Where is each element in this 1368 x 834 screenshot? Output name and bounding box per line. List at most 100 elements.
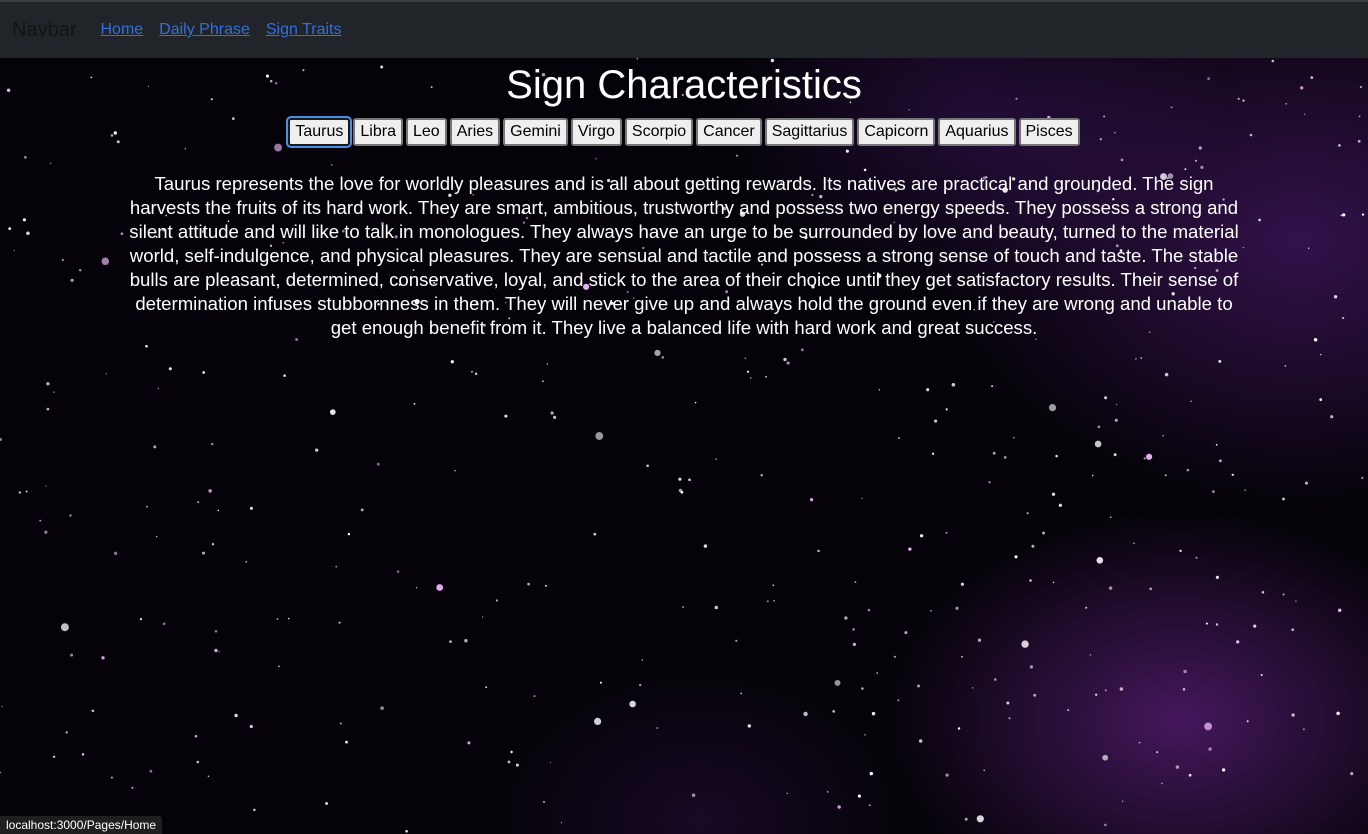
star	[1204, 722, 1213, 731]
star	[861, 687, 864, 690]
star	[315, 448, 319, 452]
star	[202, 551, 205, 555]
star	[1320, 353, 1322, 356]
star	[1284, 365, 1287, 367]
star	[1008, 717, 1011, 720]
star	[646, 464, 649, 468]
star	[765, 375, 767, 378]
star	[467, 741, 471, 745]
star	[202, 371, 206, 374]
star	[1337, 608, 1342, 613]
star	[515, 763, 519, 767]
star	[110, 776, 113, 779]
star	[105, 373, 107, 375]
star	[1113, 453, 1117, 457]
star	[930, 609, 932, 612]
star	[542, 380, 544, 383]
star	[1179, 549, 1182, 553]
star	[1182, 687, 1186, 691]
star	[155, 535, 158, 538]
star	[1164, 474, 1167, 477]
star	[146, 505, 148, 508]
star	[543, 801, 545, 803]
sign-button-sagittarius[interactable]: Sagittarius	[764, 118, 855, 146]
star	[661, 356, 665, 359]
star	[1319, 398, 1323, 401]
star	[1215, 443, 1218, 446]
star	[599, 681, 602, 684]
star	[594, 717, 602, 726]
star	[413, 402, 416, 405]
star	[783, 357, 787, 362]
star	[45, 485, 47, 487]
star	[1162, 434, 1164, 437]
star	[276, 618, 279, 620]
star	[1215, 575, 1220, 580]
star	[750, 377, 752, 379]
star	[1052, 581, 1055, 584]
star	[714, 605, 719, 610]
nav-link-home[interactable]: Home	[100, 21, 143, 39]
nav-link-daily-phrase[interactable]: Daily Phrase	[159, 21, 250, 39]
star	[817, 549, 820, 553]
star	[218, 651, 220, 653]
sign-button-scorpio[interactable]: Scorpio	[624, 118, 694, 146]
star	[210, 442, 214, 446]
star	[854, 581, 857, 584]
star	[861, 497, 863, 500]
sign-button-taurus[interactable]: Taurus	[286, 116, 353, 148]
star	[951, 383, 956, 387]
star	[1029, 579, 1032, 582]
star	[908, 547, 912, 551]
star	[46, 381, 50, 386]
sign-button-libra[interactable]: Libra	[353, 118, 403, 146]
sign-description: Taurus represents the love for worldly p…	[129, 173, 1239, 338]
sign-button-aquarius[interactable]: Aquarius	[938, 118, 1016, 146]
star	[1033, 693, 1037, 697]
navbar-brand[interactable]: Navbar	[12, 19, 76, 42]
star	[1336, 711, 1340, 716]
star	[46, 407, 50, 411]
sign-button-gemini[interactable]: Gemini	[503, 118, 568, 146]
star	[809, 498, 814, 502]
star	[803, 711, 808, 717]
star	[971, 687, 974, 689]
star	[1095, 693, 1098, 696]
star	[934, 419, 938, 423]
star	[1094, 440, 1102, 448]
star	[993, 678, 997, 681]
star	[1, 705, 3, 708]
sign-button-virgo[interactable]: Virgo	[570, 118, 622, 146]
star	[396, 570, 400, 573]
star	[0, 438, 2, 441]
star	[39, 519, 42, 522]
star	[694, 401, 697, 404]
sign-button-capicorn[interactable]: Capicorn	[857, 118, 936, 146]
star	[1195, 556, 1198, 559]
star	[1026, 512, 1029, 515]
star	[691, 793, 696, 797]
sign-button-leo[interactable]: Leo	[405, 118, 447, 146]
star	[1104, 823, 1107, 827]
star	[131, 786, 134, 789]
star	[157, 387, 159, 390]
nav-link-sign-traits[interactable]: Sign Traits	[266, 21, 342, 39]
star	[678, 477, 682, 481]
star	[1133, 542, 1135, 545]
star	[1291, 713, 1295, 717]
star	[1188, 773, 1192, 777]
star	[249, 506, 253, 510]
star	[1231, 473, 1235, 477]
star	[1260, 674, 1263, 676]
star	[1253, 624, 1257, 628]
sign-button-aries[interactable]: Aries	[449, 118, 501, 146]
star	[1215, 623, 1219, 626]
star	[380, 706, 384, 710]
sign-button-pisces[interactable]: Pisces	[1018, 118, 1080, 146]
star	[217, 509, 220, 512]
star	[546, 363, 549, 365]
sign-button-cancer[interactable]: Cancer	[696, 118, 762, 146]
star	[347, 532, 351, 536]
star	[345, 740, 348, 744]
star	[893, 655, 897, 658]
